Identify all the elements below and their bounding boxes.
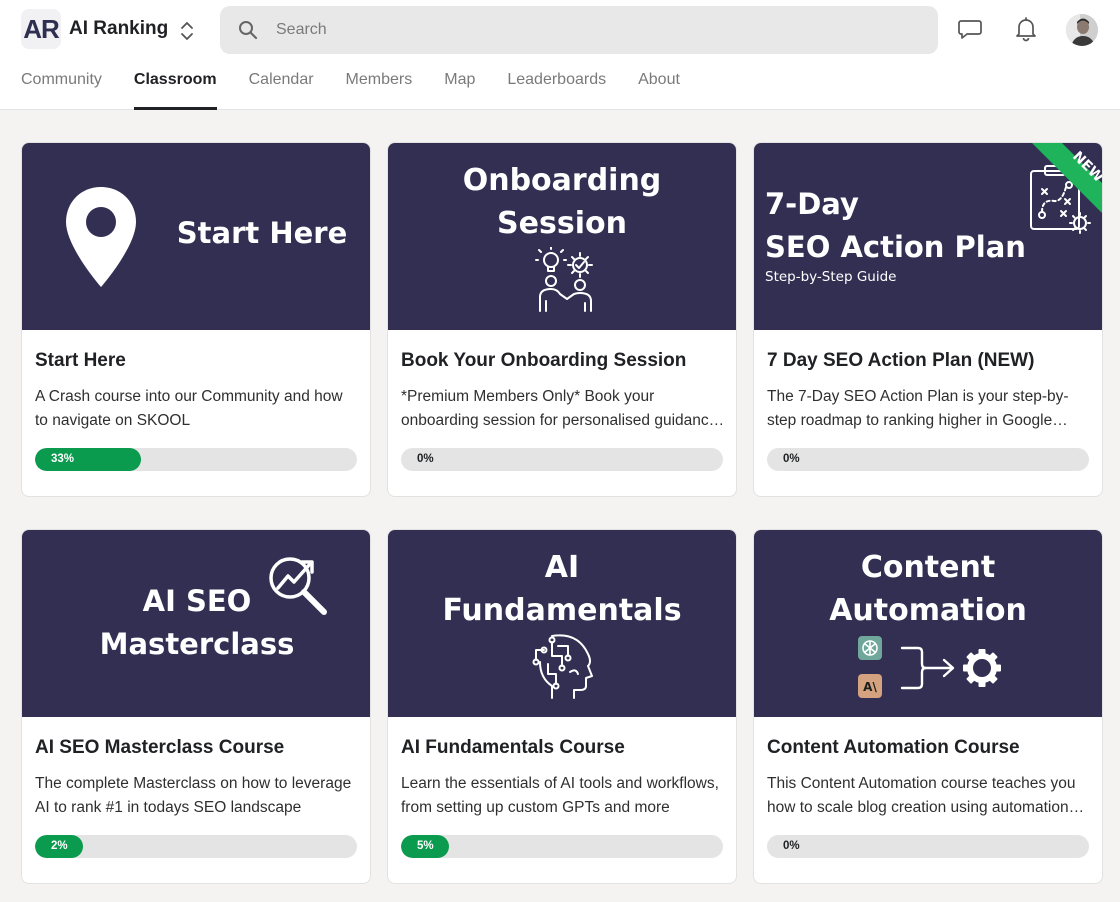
banner-line: Fundamentals [442,593,682,628]
banner-subtitle: Step-by-Step Guide [765,269,897,285]
tab-about[interactable]: About [638,62,680,110]
course-title[interactable]: Book Your Onboarding Session [401,350,686,372]
avatar-image [1066,14,1098,46]
tab-community[interactable]: Community [21,62,102,110]
course-description: The 7-Day SEO Action Plan is your step-b… [767,388,1069,429]
banner-line: Session [497,206,627,241]
progress-label: 0% [417,453,434,465]
search-input[interactable] [276,6,876,54]
tab-leaderboards[interactable]: Leaderboards [507,62,606,110]
search-icon [239,21,258,40]
progress-bar: 0% [401,448,723,471]
course-card-start-here[interactable]: Start Here Start Here A Crash course int… [21,142,371,497]
course-description: *Premium Members Only* Book your onboard… [401,388,718,429]
banner-line: Automation [829,593,1027,628]
course-banner: 7-Day SEO Action Plan Step-by-Step Guide… [754,143,1102,330]
chat-icon[interactable] [957,16,983,42]
course-description: This Content Automation course teaches y… [767,775,1076,816]
banner-title: AI Fundamentals [388,546,736,632]
top-header: AR AI Ranking Community Classroom Calend… [0,0,1120,110]
banner-title: 7-Day SEO Action Plan [765,183,1026,269]
progress-label: 0% [783,453,800,465]
banner-line: Masterclass [99,627,295,661]
progress-label: 33% [51,453,75,465]
course-banner: AI Fundamentals [388,530,736,717]
progress-bar: 2% [35,835,357,858]
progress-bar: 5% [401,835,723,858]
ai-head-icon [532,634,593,699]
course-title[interactable]: AI Fundamentals Course [401,737,625,759]
course-banner: AI SEO Masterclass [22,530,370,717]
team-ideas-icon [535,247,593,312]
automation-flow-icon: A\ [858,636,1001,698]
new-ribbon: NEW [1032,143,1102,213]
course-card-onboarding[interactable]: Onboarding Session Book Your Onboarding … [387,142,737,497]
group-name[interactable]: AI Ranking [69,18,168,40]
course-description: Learn the essentials of AI tools and wor… [401,775,719,816]
progress-bar: 33% [35,448,357,471]
course-card-ai-seo-masterclass[interactable]: AI SEO Masterclass AI SEO Masterclass Co… [21,529,371,884]
course-title[interactable]: 7 Day SEO Action Plan (NEW) [767,350,1034,372]
progress-label: 2% [51,840,68,852]
progress-label: 0% [783,840,800,852]
tab-members[interactable]: Members [346,62,413,110]
banner-line: Onboarding [462,163,662,198]
course-banner: Content Automation A\ [754,530,1102,717]
nav-tabs: Community Classroom Calendar Members Map… [21,62,712,110]
bell-icon[interactable] [1013,16,1039,42]
claude-logo-text: A\ [863,680,877,694]
course-title[interactable]: AI SEO Masterclass Course [35,737,284,759]
progress-bar: 0% [767,448,1089,471]
course-card-seo-action-plan[interactable]: 7-Day SEO Action Plan Step-by-Step Guide… [753,142,1103,497]
search-bar[interactable] [220,6,938,54]
course-banner: Onboarding Session [388,143,736,330]
banner-title: Start Here [176,216,348,250]
tab-calendar[interactable]: Calendar [249,62,314,110]
tab-map[interactable]: Map [444,62,475,110]
magnifier-growth-icon [269,557,327,615]
progress-label: 5% [417,840,434,852]
course-description: The complete Masterclass on how to lever… [35,775,352,816]
switcher-chevrons-icon[interactable] [178,18,196,44]
course-title[interactable]: Content Automation Course [767,737,1020,759]
banner-line: Content [860,550,996,585]
course-description: A Crash course into our Community and ho… [35,388,343,429]
banner-line: 7-Day [765,187,859,221]
user-avatar[interactable] [1066,14,1098,46]
location-pin-icon [66,187,136,287]
banner-title: Content Automation [754,546,1102,632]
course-card-ai-fundamentals[interactable]: AI Fundamentals AI Fundamentals Course L… [387,529,737,884]
progress-bar: 0% [767,835,1089,858]
banner-line: AI [544,550,580,585]
course-banner: Start Here [22,143,370,330]
banner-line: SEO Action Plan [765,230,1026,264]
group-logo[interactable]: AR [21,9,61,49]
tab-classroom[interactable]: Classroom [133,62,217,110]
banner-title: Onboarding Session [388,159,736,245]
course-card-content-automation[interactable]: Content Automation A\ Content Automation… [753,529,1103,884]
course-title[interactable]: Start Here [35,350,126,372]
